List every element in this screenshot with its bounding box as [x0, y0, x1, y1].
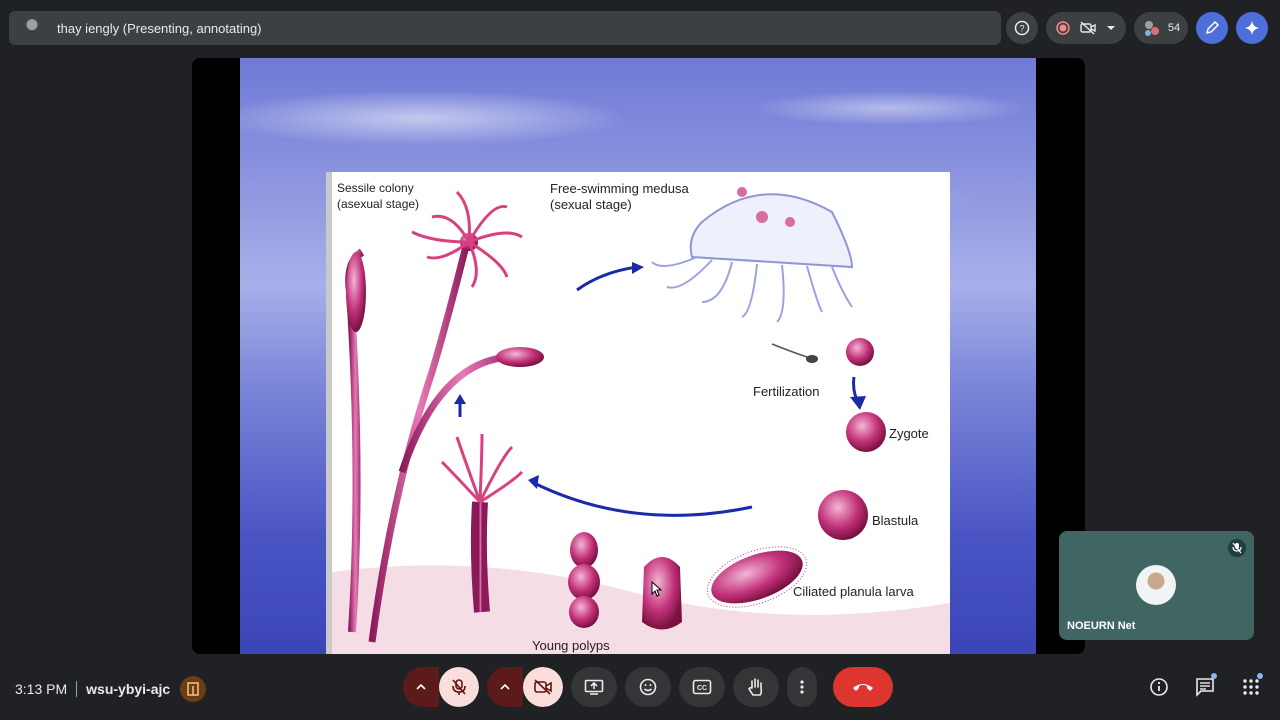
participant-count: 54	[1167, 22, 1181, 34]
life-cycle-illustration	[332, 187, 950, 654]
svg-text:CC: CC	[697, 685, 707, 692]
meeting-code: wsu-ybyi-ajc	[86, 681, 171, 697]
asexual-stage-text: (asexual stage)	[337, 197, 420, 211]
apps-grid-icon	[1243, 679, 1259, 695]
help-icon: ?	[1014, 20, 1030, 36]
notification-dot	[1211, 673, 1217, 679]
shared-screen: Sessile colony (asexual stage) Free-swimm…	[192, 58, 1085, 654]
participants-button[interactable]: 54	[1134, 12, 1188, 44]
mic-control-group	[403, 667, 479, 707]
call-controls: CC	[403, 667, 893, 707]
divider	[76, 681, 78, 697]
host-controls-button[interactable]	[180, 676, 207, 702]
sessile-colony-text: Sessile colony	[337, 181, 414, 195]
meeting-details-button[interactable]	[1146, 672, 1172, 702]
zygote-label: Zygote	[889, 426, 929, 441]
sparkle-icon	[1245, 21, 1259, 35]
presentation-slide: Sessile colony (asexual stage) Free-swimm…	[240, 58, 1036, 654]
annotate-button[interactable]	[1196, 12, 1228, 44]
mic-off-icon	[452, 679, 466, 695]
planula-label: Ciliated planula larva	[793, 584, 914, 599]
mic-off-icon	[1232, 542, 1242, 554]
chevron-up-icon	[500, 684, 510, 690]
blastula-label: Blastula	[872, 513, 919, 528]
cnidarian-life-cycle-figure: Sessile colony (asexual stage) Free-swimm…	[326, 172, 950, 654]
presenter-avatar	[21, 17, 43, 39]
captions-icon: CC	[692, 679, 712, 695]
recording-menu-button[interactable]	[1046, 12, 1126, 44]
present-icon	[584, 679, 604, 695]
fertilization-label: Fertilization	[753, 384, 820, 399]
camera-toggle-button[interactable]	[523, 667, 563, 707]
camera-off-icon	[1080, 21, 1096, 35]
participant-muted-indicator	[1228, 539, 1246, 557]
sessile-colony-label: Sessile colony (asexual stage)	[337, 180, 419, 212]
hang-up-icon	[853, 684, 873, 691]
raise-hand-button[interactable]	[733, 667, 779, 707]
top-right-controls: ? 54	[1006, 11, 1268, 45]
presentation-banner: thay iengly (Presenting, annotating)	[9, 11, 1001, 45]
mouse-pointer-icon	[651, 581, 663, 597]
captions-button[interactable]: CC	[679, 667, 725, 707]
svg-text:?: ?	[1019, 24, 1024, 34]
help-button[interactable]: ?	[1006, 12, 1038, 44]
participant-avatar	[1136, 565, 1176, 605]
activities-button[interactable]	[1238, 672, 1264, 702]
notification-dot	[1257, 673, 1263, 679]
sexual-stage-text: (sexual stage)	[550, 197, 632, 212]
record-icon	[1056, 21, 1070, 35]
audio-options-button[interactable]	[403, 667, 439, 707]
camera-off-icon	[534, 679, 552, 695]
video-options-button[interactable]	[487, 667, 523, 707]
chat-button[interactable]	[1192, 672, 1218, 702]
emoji-icon	[639, 678, 657, 696]
medusa-label: Free-swimming medusa (sexual stage)	[550, 181, 689, 213]
side-panel-controls	[1146, 672, 1264, 702]
camera-control-group	[487, 667, 563, 707]
leave-call-button[interactable]	[833, 667, 893, 707]
info-icon	[1150, 678, 1168, 696]
mic-toggle-button[interactable]	[439, 667, 479, 707]
chat-icon	[1196, 678, 1214, 697]
pencil-icon	[1205, 20, 1220, 35]
chevron-up-icon	[416, 684, 426, 690]
participants-avatars-icon	[1144, 21, 1159, 36]
medusa-text: Free-swimming medusa	[550, 181, 689, 196]
more-vert-icon	[800, 680, 804, 694]
gemini-button[interactable]	[1236, 12, 1268, 44]
reactions-button[interactable]	[625, 667, 671, 707]
meeting-info: 3:13 PM wsu-ybyi-ajc	[15, 676, 207, 702]
hand-icon	[748, 678, 763, 696]
chevron-down-icon	[1107, 26, 1115, 30]
participant-name: NOEURN Net	[1067, 620, 1136, 632]
young-polyps-label: Young polyps	[532, 638, 610, 653]
clock-time: 3:13 PM	[15, 681, 68, 697]
participant-tile[interactable]: NOEURN Net	[1059, 531, 1254, 640]
building-icon	[187, 682, 199, 696]
present-screen-button[interactable]	[571, 667, 617, 707]
more-options-button[interactable]	[787, 667, 817, 707]
presenter-status-text: thay iengly (Presenting, annotating)	[57, 20, 262, 36]
